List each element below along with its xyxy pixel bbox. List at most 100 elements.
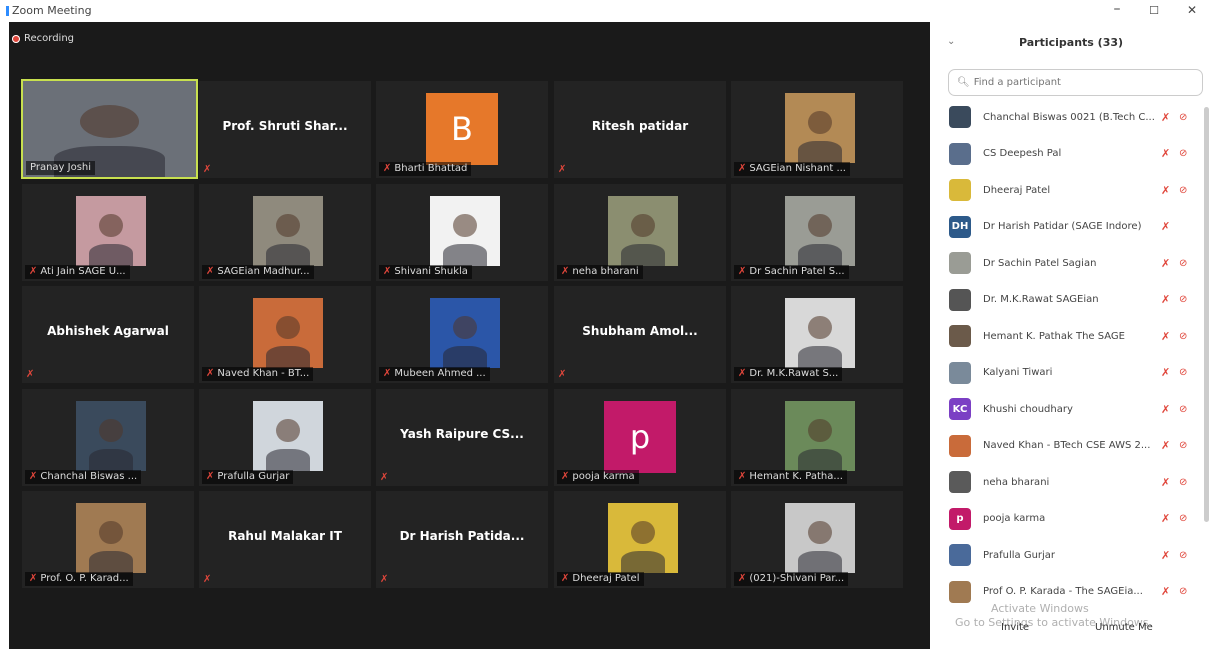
video-tile[interactable]: Ritesh patidar ✗	[554, 81, 726, 178]
video-tile[interactable]: ✗ Dr Sachin Patel S...	[731, 184, 903, 281]
mic-muted-icon[interactable]: ✗	[1161, 476, 1170, 489]
mic-muted-icon[interactable]: ✗	[1161, 220, 1170, 233]
mic-muted-icon[interactable]: ✗	[1161, 512, 1170, 525]
caption-text: Naved Khan - BT...	[217, 368, 310, 379]
letter-avatar: p	[604, 401, 676, 473]
mic-muted-icon[interactable]: ✗	[1161, 585, 1170, 598]
camera-off-icon[interactable]: ⊘	[1179, 112, 1187, 123]
maximize-button[interactable]: ☐	[1143, 4, 1165, 17]
video-tile[interactable]: Yash Raipure CS... ✗	[376, 389, 548, 486]
participant-row[interactable]: Prof O. P. Karada - The SAGEia... ✗ ⊘	[933, 577, 1209, 607]
video-tile[interactable]: ✗ Prafulla Gurjar	[199, 389, 371, 486]
scrollbar[interactable]	[1204, 107, 1209, 522]
video-tile[interactable]: ✗ Shivani Shukla	[376, 184, 548, 281]
camera-off-icon[interactable]: ⊘	[1179, 513, 1187, 524]
mic-muted-icon: ✗	[29, 266, 38, 277]
video-tile[interactable]: ✗ Mubeen Ahmed ...	[376, 286, 548, 383]
participant-row[interactable]: Prafulla Gurjar ✗ ⊘	[933, 540, 1209, 570]
participant-row[interactable]: Chanchal Biswas 0021 (B.Tech C... ✗ ⊘	[933, 102, 1209, 132]
video-tile[interactable]: ✗ neha bharani	[554, 184, 726, 281]
participant-row-name: pooja karma	[983, 513, 1046, 524]
participant-row[interactable]: Hemant K. Pathak The SAGE ✗ ⊘	[933, 321, 1209, 351]
video-tile[interactable]: ✗ Naved Khan - BT...	[199, 286, 371, 383]
mic-muted-icon[interactable]: ✗	[1161, 366, 1170, 379]
participant-search[interactable]: 🔍︎	[948, 69, 1203, 96]
participant-row[interactable]: CS Deepesh Pal ✗ ⊘	[933, 139, 1209, 169]
mic-muted-icon: ✗	[738, 471, 747, 482]
participant-avatar	[949, 471, 971, 493]
search-input[interactable]	[973, 77, 1194, 88]
video-tile[interactable]: Abhishek Agarwal ✗	[22, 286, 194, 383]
participant-row[interactable]: Dr. M.K.Rawat SAGEian ✗ ⊘	[933, 285, 1209, 315]
recording-indicator[interactable]: Recording	[12, 33, 74, 44]
silhouette-body	[797, 550, 843, 573]
camera-off-icon[interactable]: ⊘	[1179, 404, 1187, 415]
camera-off-icon[interactable]: ⊘	[1179, 586, 1187, 597]
participant-caption: ✗ neha bharani	[557, 265, 643, 279]
video-tile[interactable]: B ✗ Bharti Bhattad	[376, 81, 548, 178]
video-tile[interactable]: ✗ (021)-Shivani Par...	[731, 491, 903, 588]
mic-muted-icon[interactable]: ✗	[1161, 330, 1170, 343]
mic-muted-icon[interactable]: ✗	[1161, 184, 1170, 197]
video-tile[interactable]: ✗ Dr. M.K.Rawat S...	[731, 286, 903, 383]
mic-muted-icon: ✗	[561, 471, 570, 482]
video-tile[interactable]: ✗ SAGEian Madhur...	[199, 184, 371, 281]
mic-muted-icon[interactable]: ✗	[1161, 257, 1170, 270]
caption-text: Dr. M.K.Rawat S...	[749, 368, 839, 379]
camera-off-icon[interactable]: ⊘	[1179, 258, 1187, 269]
mic-muted-icon: ✗	[738, 368, 747, 379]
mic-muted-icon[interactable]: ✗	[1161, 439, 1170, 452]
participant-caption: ✗ Hemant K. Patha...	[734, 470, 847, 484]
video-tile[interactable]: ✗ SAGEian Nishant ...	[731, 81, 903, 178]
participant-row[interactable]: Dr Sachin Patel Sagian ✗ ⊘	[933, 248, 1209, 278]
close-button[interactable]: ✕	[1181, 3, 1203, 17]
participant-caption: ✗ Dr. M.K.Rawat S...	[734, 367, 843, 381]
video-tile[interactable]: ✗ Dheeraj Patel	[554, 491, 726, 588]
camera-off-icon[interactable]: ⊘	[1179, 148, 1187, 159]
mic-muted-icon: ✗	[203, 574, 212, 585]
participant-row[interactable]: neha bharani ✗ ⊘	[933, 467, 1209, 497]
participant-row[interactable]: p pooja karma ✗ ⊘	[933, 504, 1209, 534]
camera-off-icon[interactable]: ⊘	[1179, 550, 1187, 561]
camera-off-icon[interactable]: ⊘	[1179, 185, 1187, 196]
mic-muted-icon[interactable]: ✗	[1161, 293, 1170, 306]
mic-muted-icon: ✗	[203, 164, 212, 175]
camera-off-icon[interactable]: ⊘	[1179, 367, 1187, 378]
video-tile[interactable]: ✗ Chanchal Biswas ...	[22, 389, 194, 486]
participant-caption: ✗ Naved Khan - BT...	[202, 367, 314, 381]
camera-off-icon[interactable]: ⊘	[1179, 294, 1187, 305]
silhouette-body	[797, 243, 843, 266]
video-tile[interactable]: p ✗ pooja karma	[554, 389, 726, 486]
camera-off-icon[interactable]: ⊘	[1179, 440, 1187, 451]
participant-row[interactable]: Dheeraj Patel ✗ ⊘	[933, 175, 1209, 205]
participant-avatar	[949, 434, 971, 457]
participant-video	[430, 196, 500, 266]
mic-muted-icon[interactable]: ✗	[1161, 147, 1170, 160]
mic-muted-icon: ✗	[738, 163, 747, 174]
participant-row[interactable]: Kalyani Tiwari ✗ ⊘	[933, 358, 1209, 388]
participant-row[interactable]: DH Dr Harish Patidar (SAGE Indore) ✗	[933, 212, 1209, 242]
camera-off-icon[interactable]: ⊘	[1179, 331, 1187, 342]
participant-row[interactable]: KC Khushi choudhary ✗ ⊘	[933, 394, 1209, 424]
video-tile[interactable]: ✗ Hemant K. Patha...	[731, 389, 903, 486]
window-title-text: Zoom Meeting	[12, 4, 92, 17]
video-tile[interactable]: ✗ Prof. O. P. Karad...	[22, 491, 194, 588]
caption-text: Prafulla Gurjar	[217, 471, 290, 482]
video-tile[interactable]: Pranay Joshi	[21, 79, 198, 179]
mic-muted-icon[interactable]: ✗	[1161, 549, 1170, 562]
video-tile[interactable]: ✗ Ati Jain SAGE U...	[22, 184, 194, 281]
participant-video	[253, 298, 323, 368]
camera-off-icon[interactable]: ⊘	[1179, 477, 1187, 488]
video-tile[interactable]: Prof. Shruti Shar... ✗	[199, 81, 371, 178]
silhouette-body	[797, 345, 843, 368]
participant-row[interactable]: Naved Khan - BTech CSE AWS 2... ✗ ⊘	[933, 431, 1209, 461]
mic-muted-icon[interactable]: ✗	[1161, 403, 1170, 416]
video-tile[interactable]: Dr Harish Patida... ✗	[376, 491, 548, 588]
minimize-button[interactable]: –	[1106, 1, 1128, 17]
mic-muted-icon[interactable]: ✗	[1161, 111, 1170, 124]
unmute-me-button[interactable]: Unmute Me	[1089, 619, 1159, 636]
video-tile[interactable]: Rahul Malakar IT ✗	[199, 491, 371, 588]
mic-muted-icon: ✗	[206, 266, 215, 277]
invite-button[interactable]: Invite	[995, 619, 1035, 636]
video-tile[interactable]: Shubham Amol... ✗	[554, 286, 726, 383]
